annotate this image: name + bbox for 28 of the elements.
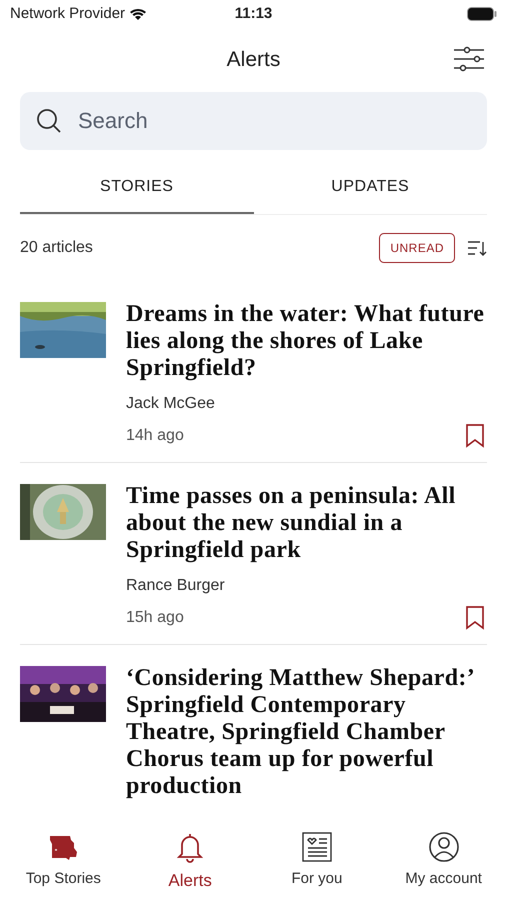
tab-bar-item[interactable]: For you: [254, 826, 380, 900]
article-count: 20 articles: [20, 238, 93, 258]
bookmark-icon[interactable]: [465, 424, 485, 448]
tab-bar-item[interactable]: Alerts: [126, 826, 254, 900]
article-time: 15h ago: [126, 608, 184, 628]
screen-title: Alerts: [226, 47, 280, 74]
article-time: 14h ago: [126, 426, 184, 446]
carrier-name: Network Provider: [10, 4, 126, 24]
wifi-icon: [129, 7, 148, 21]
bookmark-icon[interactable]: [465, 606, 485, 630]
unread-filter-button[interactable]: UNREAD: [379, 233, 455, 263]
newspaper-icon: [300, 830, 334, 864]
article-title[interactable]: Dreams in the water: What future lies along the shores of Lake Springfield?: [126, 301, 487, 382]
search-field[interactable]: Search: [20, 92, 487, 150]
tab[interactable]: UPDATES: [254, 162, 487, 214]
article-author: Rance Burger: [126, 576, 226, 596]
tab-bar-item[interactable]: Top Stories: [0, 826, 127, 900]
clock-time: 11:13: [234, 4, 272, 24]
tab-bar-item[interactable]: My account: [380, 826, 507, 900]
article-title[interactable]: ‘Considering Matthew Shepard:’ Springfield Contemporary Theatre, Springfield Chamber Chorus team up for powerful production: [126, 665, 487, 800]
search-icon: [36, 108, 62, 134]
account-icon: [426, 830, 461, 864]
tab[interactable]: STORIES: [20, 162, 254, 214]
article-author: Jack McGee: [126, 394, 216, 414]
battery-icon: [466, 7, 497, 21]
sort-icon[interactable]: [467, 239, 487, 257]
article-title[interactable]: Time passes on a peninsula: All about the new sundial in a Springfield park: [126, 483, 487, 564]
filter-settings-icon[interactable]: [453, 45, 485, 73]
